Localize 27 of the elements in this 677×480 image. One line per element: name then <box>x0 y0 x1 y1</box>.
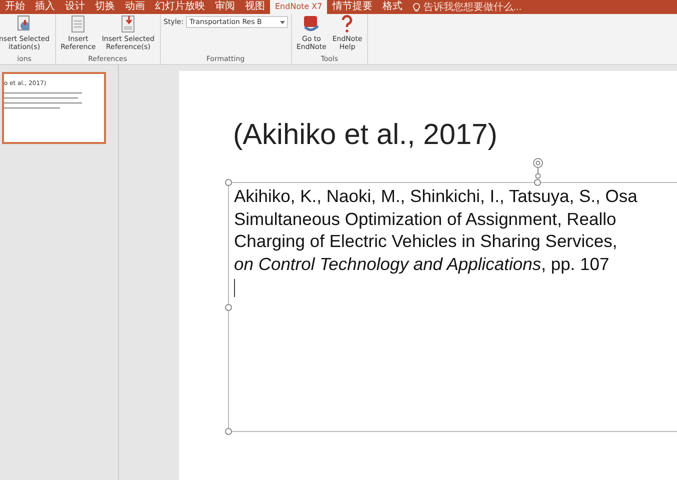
rotate-handle-icon[interactable] <box>531 157 545 179</box>
ribbon-tab[interactable]: 审阅 <box>210 0 240 14</box>
ribbon-tab[interactable]: 视图 <box>240 0 270 14</box>
resize-handle[interactable] <box>225 428 232 435</box>
reference-text-line: Charging of Electric Vehicles in Sharing Services, <box>234 230 618 252</box>
search-field[interactable]: 告诉我您想要做什么... <box>413 0 534 14</box>
resize-handle[interactable] <box>534 179 541 186</box>
ribbon-tab[interactable]: 动画 <box>120 0 150 14</box>
ribbon-tab[interactable]: 切换 <box>90 0 120 14</box>
resize-handle[interactable] <box>225 304 232 311</box>
reference-text-line: on Control Technology and Applications, pp. 107 <box>234 252 610 275</box>
text-cursor <box>234 279 235 297</box>
ribbon-tab[interactable]: 开始 <box>0 0 30 14</box>
question-mark-icon <box>340 15 354 33</box>
ribbon-tab[interactable]: EndNote X7 <box>270 0 328 14</box>
ribbon-tab[interactable]: 插入 <box>30 0 60 14</box>
ribbon-tab[interactable]: 幻灯片放映 <box>150 0 210 14</box>
lightbulb-icon <box>413 2 420 12</box>
ribbon-tab[interactable]: 情节提要 <box>327 0 378 14</box>
slide-title: (Akihiko et al., 2017) <box>233 119 498 152</box>
dropdown-arrow-icon <box>280 20 284 24</box>
ribbon-tab[interactable]: 格式 <box>377 0 408 14</box>
endnote-logo-icon <box>302 15 320 33</box>
ribbon-tab[interactable]: 设计 <box>60 0 90 14</box>
reference-text-line: Akihiko, K., Naoki, M., Shinkichi, I., Tatsuya, S., Osa <box>234 185 638 208</box>
resize-handle[interactable] <box>225 179 232 186</box>
reference-text-line: Simultaneous Optimization of Assignment, Reallo <box>234 208 618 230</box>
